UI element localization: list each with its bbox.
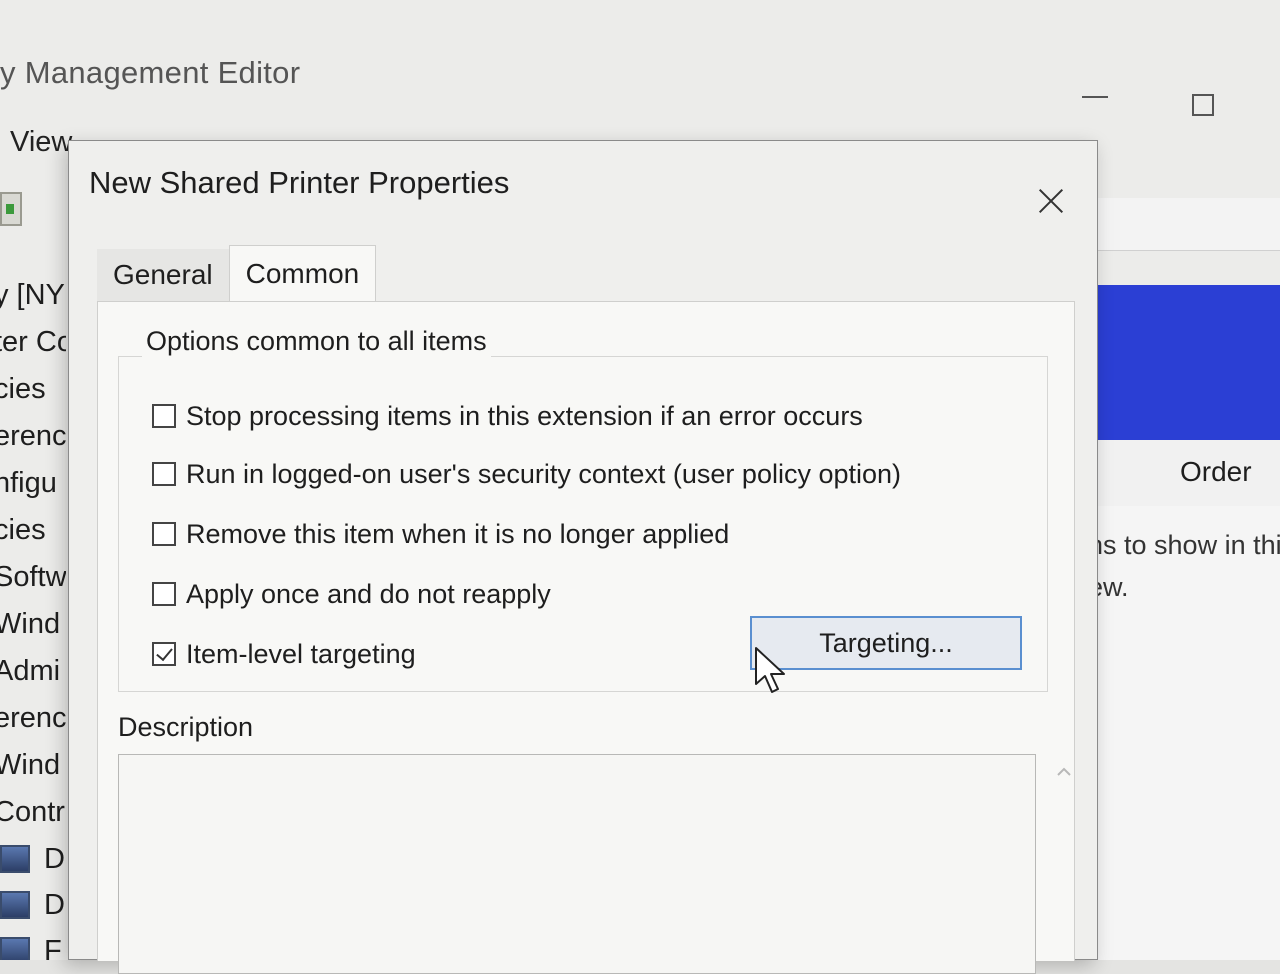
tree-item-label: D: [44, 888, 65, 921]
tree-item[interactable]: Admi: [0, 648, 66, 695]
option-label: Remove this item when it is no longer ap…: [186, 518, 730, 549]
maximize-icon[interactable]: [1192, 94, 1214, 116]
tree-item[interactable]: erenc: [0, 413, 66, 460]
tab-general[interactable]: General: [97, 249, 229, 301]
description-label: Description: [118, 712, 254, 742]
option-label: Item-level targeting: [186, 638, 416, 669]
dialog-title: New Shared Printer Properties: [89, 165, 510, 200]
options-group-label: Options common to all items: [142, 326, 491, 357]
option-run-in-user-context[interactable]: Run in logged-on user's security context…: [152, 454, 901, 494]
console-tree: y [NY ter Co cies erenc nfigu cies Softw…: [0, 272, 66, 960]
checkbox[interactable]: [152, 404, 176, 428]
tree-item[interactable]: nfigu: [0, 460, 66, 507]
devices-icon: [0, 891, 30, 919]
tree-item[interactable]: D: [0, 882, 66, 928]
close-icon[interactable]: [1031, 181, 1071, 221]
tree-item[interactable]: Wind: [0, 601, 66, 648]
common-tab-panel: Options common to all items Stop process…: [97, 301, 1075, 974]
scroll-up-icon[interactable]: [1055, 763, 1073, 781]
tree-item[interactable]: D: [0, 836, 66, 882]
option-remove-when-not-applied[interactable]: Remove this item when it is no longer ap…: [152, 514, 729, 554]
tree-item[interactable]: y [NY: [0, 272, 66, 319]
tree-item[interactable]: F: [0, 928, 66, 960]
checkbox[interactable]: [152, 582, 176, 606]
tab-bar: General Common: [97, 245, 377, 302]
checkbox[interactable]: [152, 522, 176, 546]
tree-item[interactable]: cies: [0, 507, 66, 554]
tree-item[interactable]: Softw: [0, 554, 66, 601]
tree-item-label: D: [44, 842, 65, 875]
option-item-level-targeting[interactable]: Item-level targeting: [152, 634, 416, 674]
targeting-button[interactable]: Targeting...: [750, 616, 1022, 670]
column-header-order[interactable]: Order: [1180, 456, 1252, 488]
option-apply-once[interactable]: Apply once and do not reapply: [152, 574, 551, 614]
tab-common[interactable]: Common: [228, 245, 377, 302]
checkbox-checked[interactable]: [152, 642, 176, 666]
drive-maps-icon: [0, 845, 30, 873]
checkbox[interactable]: [152, 462, 176, 486]
minimize-icon[interactable]: [1082, 96, 1108, 98]
tree-item[interactable]: Contr: [0, 789, 66, 836]
mouse-pointer-icon: [755, 647, 785, 693]
description-textarea[interactable]: [118, 754, 1036, 974]
printer-properties-dialog: New Shared Printer Properties General Co…: [68, 140, 1098, 974]
option-stop-processing[interactable]: Stop processing items in this extension …: [152, 396, 863, 436]
empty-message: ns to show in thi: [1088, 530, 1280, 560]
chevron-up-icon: [1057, 767, 1071, 776]
details-pane-header-banner: [1098, 285, 1280, 440]
folders-icon: [0, 937, 30, 960]
tree-item[interactable]: cies: [0, 366, 66, 413]
tree-item[interactable]: Wind: [0, 742, 66, 789]
toolbar: [1098, 198, 1280, 251]
option-label: Stop processing items in this extension …: [186, 400, 863, 431]
editor-window-title: y Management Editor: [0, 55, 301, 90]
option-label: Run in logged-on user's security context…: [186, 458, 902, 489]
tree-item[interactable]: ter Co: [0, 319, 66, 366]
menu-item-view[interactable]: View: [10, 126, 72, 159]
tree-item[interactable]: erenc: [0, 695, 66, 742]
option-label: Apply once and do not reapply: [186, 578, 551, 609]
back-arrow-icon[interactable]: [0, 192, 22, 226]
tree-item-label: F: [44, 934, 62, 961]
